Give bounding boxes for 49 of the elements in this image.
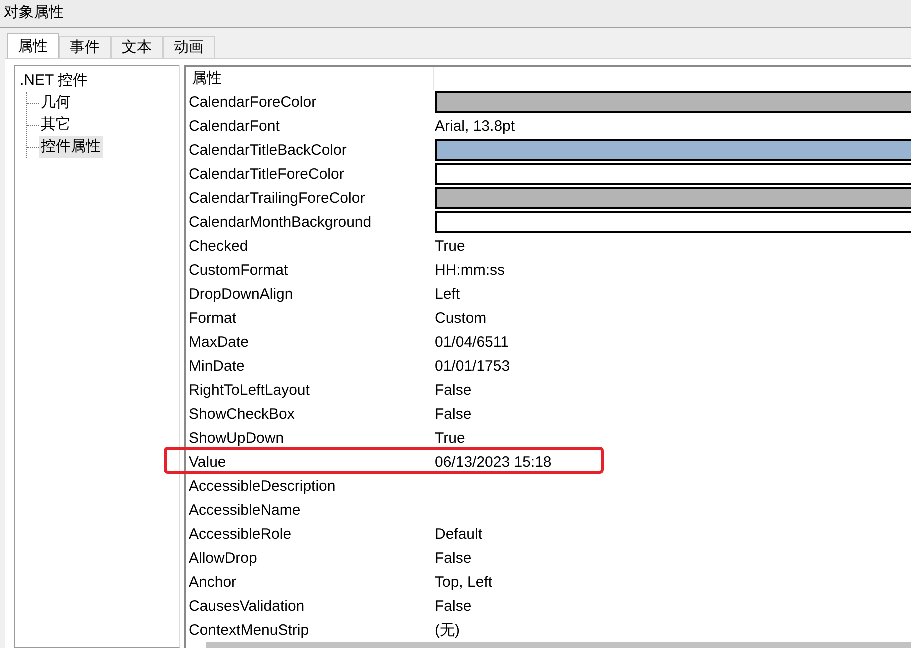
property-value[interactable]: False — [433, 598, 472, 614]
property-name[interactable]: CalendarTitleForeColor — [186, 166, 433, 182]
property-name[interactable]: CustomFormat — [186, 262, 433, 278]
property-value[interactable]: Arial, 13.8pt — [433, 118, 516, 134]
property-value[interactable]: False — [433, 406, 472, 422]
tab[interactable]: 事件 — [59, 36, 111, 58]
tab[interactable]: 动画 — [163, 36, 215, 58]
property-name[interactable]: RightToLeftLayout — [186, 382, 433, 398]
property-name[interactable]: AllowDrop — [186, 550, 433, 566]
tree-item[interactable]: 控件属性 — [39, 136, 103, 158]
property-value[interactable]: 01/04/6511 — [433, 334, 509, 350]
property-value[interactable]: Top, Left — [433, 574, 493, 590]
property-name[interactable]: AccessibleRole — [186, 526, 433, 542]
tree-item[interactable]: .NET 控件 — [18, 70, 90, 92]
property-value[interactable]: HH:mm:ss — [433, 262, 505, 278]
property-name[interactable]: DropDownAlign — [186, 286, 433, 302]
property-name[interactable]: Value — [186, 454, 433, 470]
window-title: 对象属性 — [0, 0, 911, 28]
tab[interactable]: 属性 — [7, 33, 59, 58]
property-name[interactable]: CalendarTitleBackColor — [186, 142, 433, 158]
property-name[interactable]: ContextMenuStrip — [186, 622, 433, 638]
property-value[interactable]: (无) — [433, 620, 460, 640]
property-name[interactable]: ShowUpDown — [186, 430, 433, 446]
property-name[interactable]: Format — [186, 310, 433, 326]
property-name[interactable]: MaxDate — [186, 334, 433, 350]
property-value[interactable]: Custom — [433, 310, 487, 326]
property-value[interactable]: 06/13/2023 15:18 — [433, 454, 552, 470]
property-name[interactable]: MinDate — [186, 358, 433, 374]
property-value[interactable]: Left — [433, 286, 460, 302]
property-value[interactable]: False — [433, 550, 472, 566]
property-name[interactable]: CalendarTrailingForeColor — [186, 190, 433, 206]
property-name[interactable]: CalendarMonthBackground — [186, 214, 433, 230]
property-name[interactable]: Checked — [186, 238, 433, 254]
property-name[interactable]: AccessibleDescription — [186, 478, 433, 494]
column-header: 属性 — [186, 67, 434, 90]
property-name[interactable]: CalendarFont — [186, 118, 433, 134]
property-name[interactable]: CausesValidation — [186, 598, 433, 614]
property-name[interactable]: AccessibleName — [186, 502, 433, 518]
tab[interactable]: 文本 — [111, 36, 163, 58]
property-value[interactable]: 01/01/1753 — [433, 358, 510, 374]
property-value[interactable]: False — [433, 382, 472, 398]
property-value[interactable]: True — [433, 238, 466, 254]
property-name[interactable]: CalendarForeColor — [186, 94, 433, 110]
property-value[interactable]: Default — [433, 526, 483, 542]
property-name[interactable]: ShowCheckBox — [186, 406, 433, 422]
tree-item[interactable]: 几何 — [39, 92, 73, 114]
property-value[interactable]: True — [433, 430, 466, 446]
tree-item[interactable]: 其它 — [39, 114, 73, 136]
property-name[interactable]: Anchor — [186, 574, 433, 590]
